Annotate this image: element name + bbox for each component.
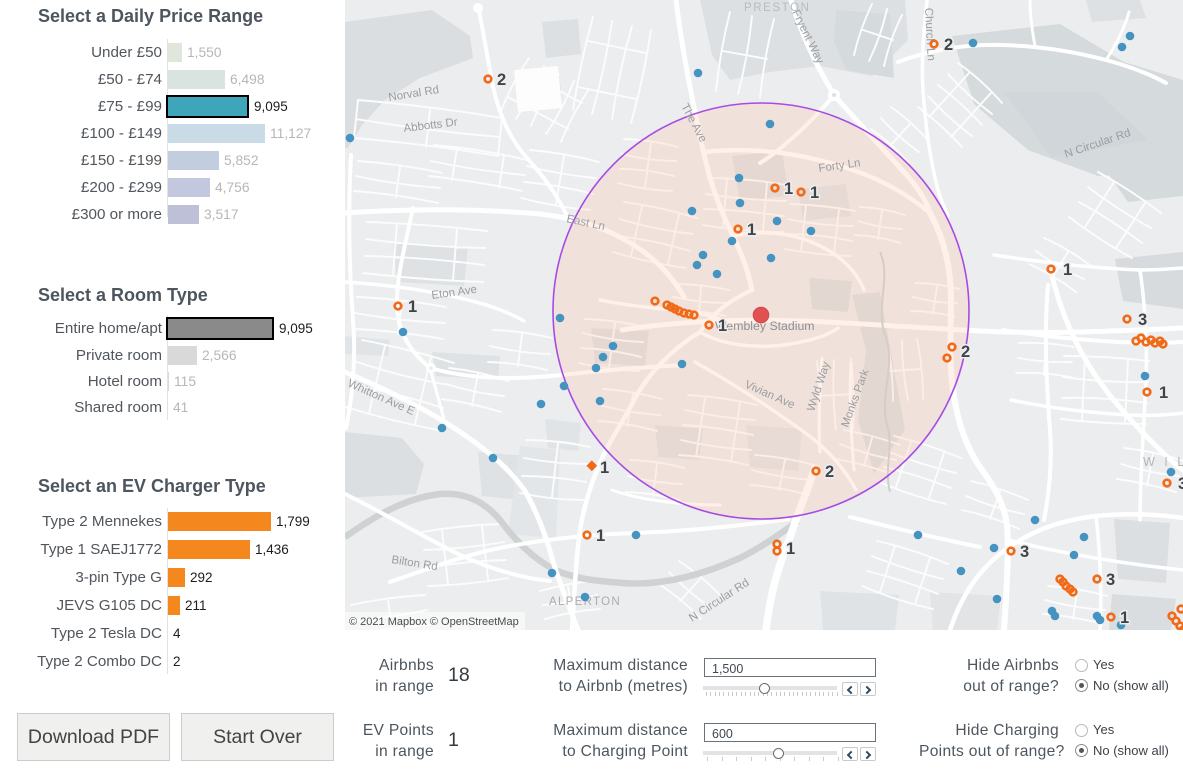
svg-text:1: 1 bbox=[596, 527, 605, 545]
svg-text:1: 1 bbox=[1159, 384, 1168, 402]
svg-text:1: 1 bbox=[1063, 261, 1072, 279]
svg-text:1: 1 bbox=[747, 221, 756, 239]
svg-text:1: 1 bbox=[408, 298, 417, 316]
svg-text:1: 1 bbox=[718, 317, 727, 335]
svg-text:1: 1 bbox=[784, 180, 793, 198]
svg-text:2: 2 bbox=[944, 36, 953, 54]
svg-text:2: 2 bbox=[961, 343, 970, 361]
svg-text:2: 2 bbox=[825, 463, 834, 481]
svg-text:2: 2 bbox=[497, 71, 506, 89]
svg-text:W I L L E: W I L L E bbox=[1143, 455, 1183, 469]
svg-text:1: 1 bbox=[600, 459, 609, 477]
svg-text:© 2021 Mapbox © OpenStreetMap: © 2021 Mapbox © OpenStreetMap bbox=[349, 616, 519, 628]
svg-text:1: 1 bbox=[1120, 609, 1129, 627]
svg-text:3: 3 bbox=[1178, 475, 1183, 493]
svg-text:1: 1 bbox=[810, 184, 819, 202]
svg-text:3: 3 bbox=[1020, 543, 1029, 561]
svg-text:3: 3 bbox=[1106, 571, 1115, 589]
svg-text:3: 3 bbox=[1138, 311, 1147, 329]
svg-text:1: 1 bbox=[786, 540, 795, 558]
